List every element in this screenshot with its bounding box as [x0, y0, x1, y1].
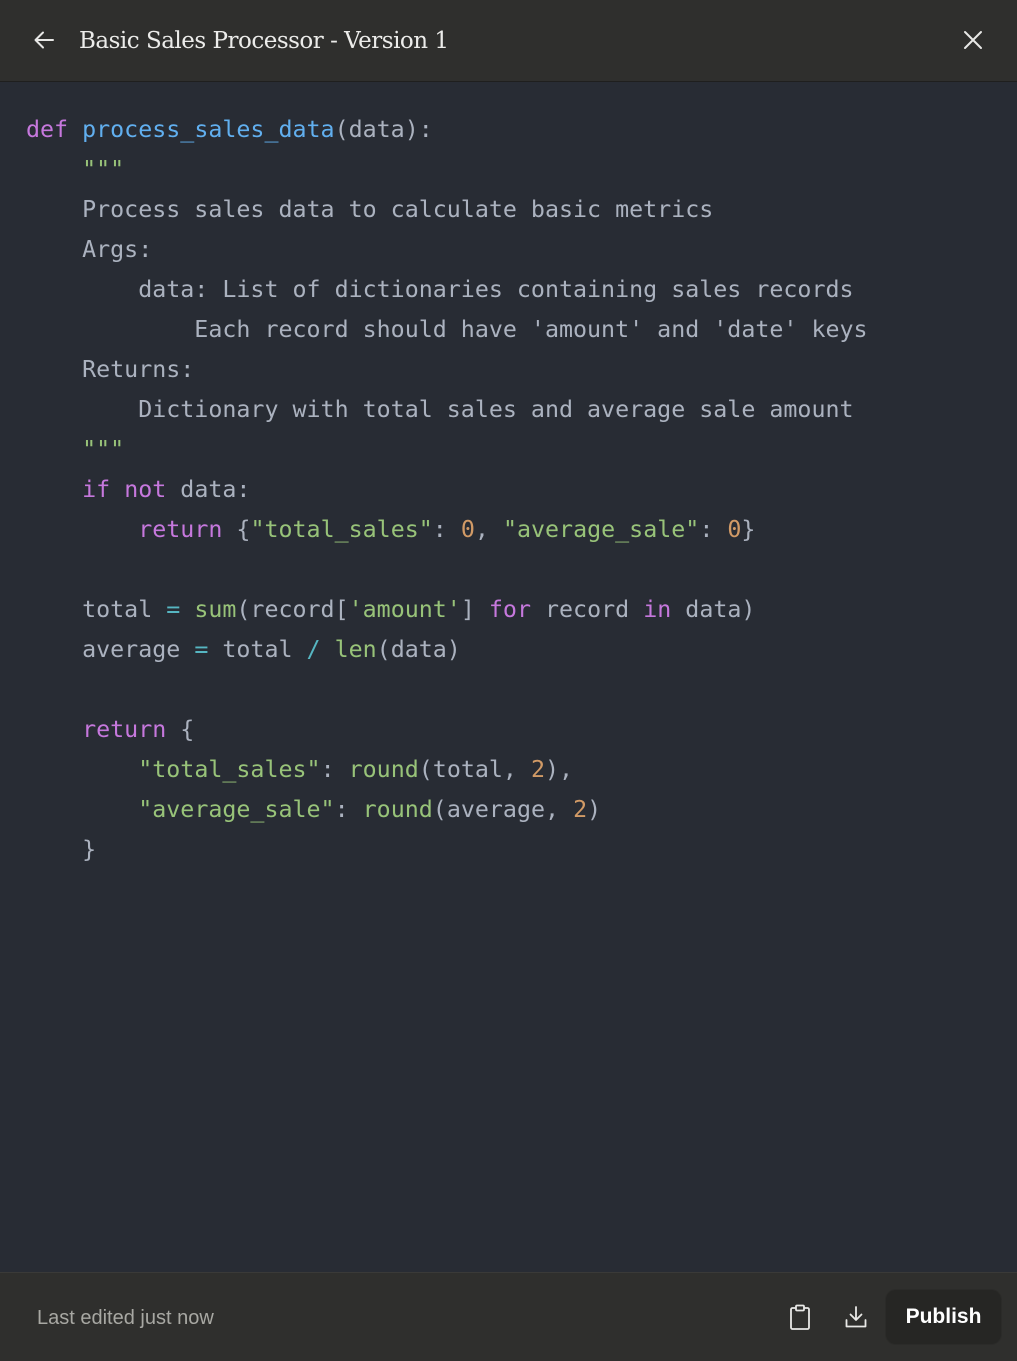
code-string: "average_sale" — [502, 516, 700, 543]
code-number: 2 — [573, 796, 588, 823]
close-button[interactable] — [957, 24, 989, 56]
copy-button[interactable] — [782, 1299, 818, 1335]
code-text: Process sales data to calculate basic me… — [26, 196, 714, 223]
code-operator: / — [306, 636, 321, 663]
code-text: (data) — [376, 636, 461, 663]
back-button[interactable] — [28, 24, 60, 56]
code-line: Returns: — [26, 350, 868, 390]
code-builtin: round — [362, 796, 433, 823]
code-keyword: return — [82, 716, 167, 743]
code-line: data: List of dictionaries containing sa… — [26, 270, 868, 310]
code-block: def process_sales_data(data): """ Proces… — [26, 110, 868, 870]
code-number: 2 — [530, 756, 546, 783]
arrow-left-icon — [34, 31, 54, 49]
code-text: average — [26, 636, 195, 663]
code-line: return {"total_sales": 0, "average_sale"… — [26, 510, 868, 550]
code-line: "total_sales": round(total, 2), — [26, 750, 868, 790]
code-operator: = — [194, 636, 209, 663]
close-icon — [964, 31, 982, 49]
code-text: { — [222, 516, 251, 543]
code-text: : — [432, 516, 461, 543]
code-number: 0 — [460, 516, 475, 543]
code-line: } — [26, 830, 868, 870]
code-line: return { — [26, 710, 868, 750]
code-string: "total_sales" — [138, 756, 321, 783]
code-line: Dictionary with total sales and average … — [26, 390, 868, 430]
download-icon — [845, 1306, 867, 1328]
code-builtin: sum — [194, 596, 237, 623]
code-text: total — [208, 636, 307, 663]
code-text: (data): — [334, 116, 433, 143]
artifact-header: Basic Sales Processor - Version 1 — [0, 0, 1017, 82]
code-builtin: len — [334, 636, 377, 663]
code-line: """ — [26, 430, 868, 470]
publish-button[interactable]: Publish — [886, 1290, 1001, 1344]
code-text: (record[ — [236, 596, 349, 623]
code-text: } — [741, 516, 756, 543]
code-line: Args: — [26, 230, 868, 270]
code-text: (average, — [432, 796, 574, 823]
code-line: if not data: — [26, 470, 868, 510]
code-keyword: not — [124, 476, 167, 503]
artifact-footer: Last edited just now Publish — [0, 1272, 1017, 1361]
code-line: total = sum(record['amount'] for record … — [26, 590, 868, 630]
code-keyword: in — [643, 596, 672, 623]
code-line: Process sales data to calculate basic me… — [26, 190, 868, 230]
code-line: "average_sale": round(average, 2) — [26, 790, 868, 830]
code-text: { — [166, 716, 195, 743]
artifact-title: Basic Sales Processor - Version 1 — [79, 28, 449, 54]
code-string: """ — [26, 156, 125, 183]
code-keyword: for — [488, 596, 531, 623]
code-operator: = — [166, 596, 181, 623]
code-string: "average_sale" — [138, 796, 335, 823]
clipboard-icon — [790, 1304, 810, 1330]
last-edited-status: Last edited just now — [37, 1307, 214, 1329]
code-text: , — [474, 516, 503, 543]
code-builtin: round — [348, 756, 419, 783]
code-text: : — [334, 796, 363, 823]
code-text: data) — [671, 596, 756, 623]
code-text: total — [26, 596, 167, 623]
code-keyword: if — [82, 476, 111, 503]
code-function-name: process_sales_data — [82, 116, 335, 143]
code-text: (total, — [418, 756, 531, 783]
code-text: : — [320, 756, 349, 783]
code-keyword: def — [26, 116, 69, 143]
code-text: ] — [460, 596, 489, 623]
download-button[interactable] — [838, 1299, 874, 1335]
code-text: : — [699, 516, 728, 543]
code-text: Each record should have 'amount' and 'da… — [26, 316, 868, 343]
code-text: data: List of dictionaries containing sa… — [26, 276, 854, 303]
code-text: } — [26, 836, 97, 863]
code-text: record — [530, 596, 644, 623]
artifact-window: Basic Sales Processor - Version 1 def pr… — [0, 0, 1017, 1361]
code-line: def process_sales_data(data): — [26, 110, 868, 150]
code-text: ) — [587, 796, 602, 823]
code-text: Returns: — [26, 356, 195, 383]
code-string: "total_sales" — [250, 516, 433, 543]
code-line: Each record should have 'amount' and 'da… — [26, 310, 868, 350]
code-keyword: return — [138, 516, 223, 543]
code-text: ), — [545, 756, 574, 783]
code-number: 0 — [727, 516, 742, 543]
code-line: average = total / len(data) — [26, 630, 868, 670]
code-text: Dictionary with total sales and average … — [26, 396, 854, 423]
code-text: Args: — [26, 236, 153, 263]
code-string: 'amount' — [348, 596, 461, 623]
code-viewer[interactable]: def process_sales_data(data): """ Proces… — [0, 83, 1017, 1272]
code-string: """ — [26, 436, 125, 463]
code-text: data: — [166, 476, 251, 503]
code-line: """ — [26, 150, 868, 190]
